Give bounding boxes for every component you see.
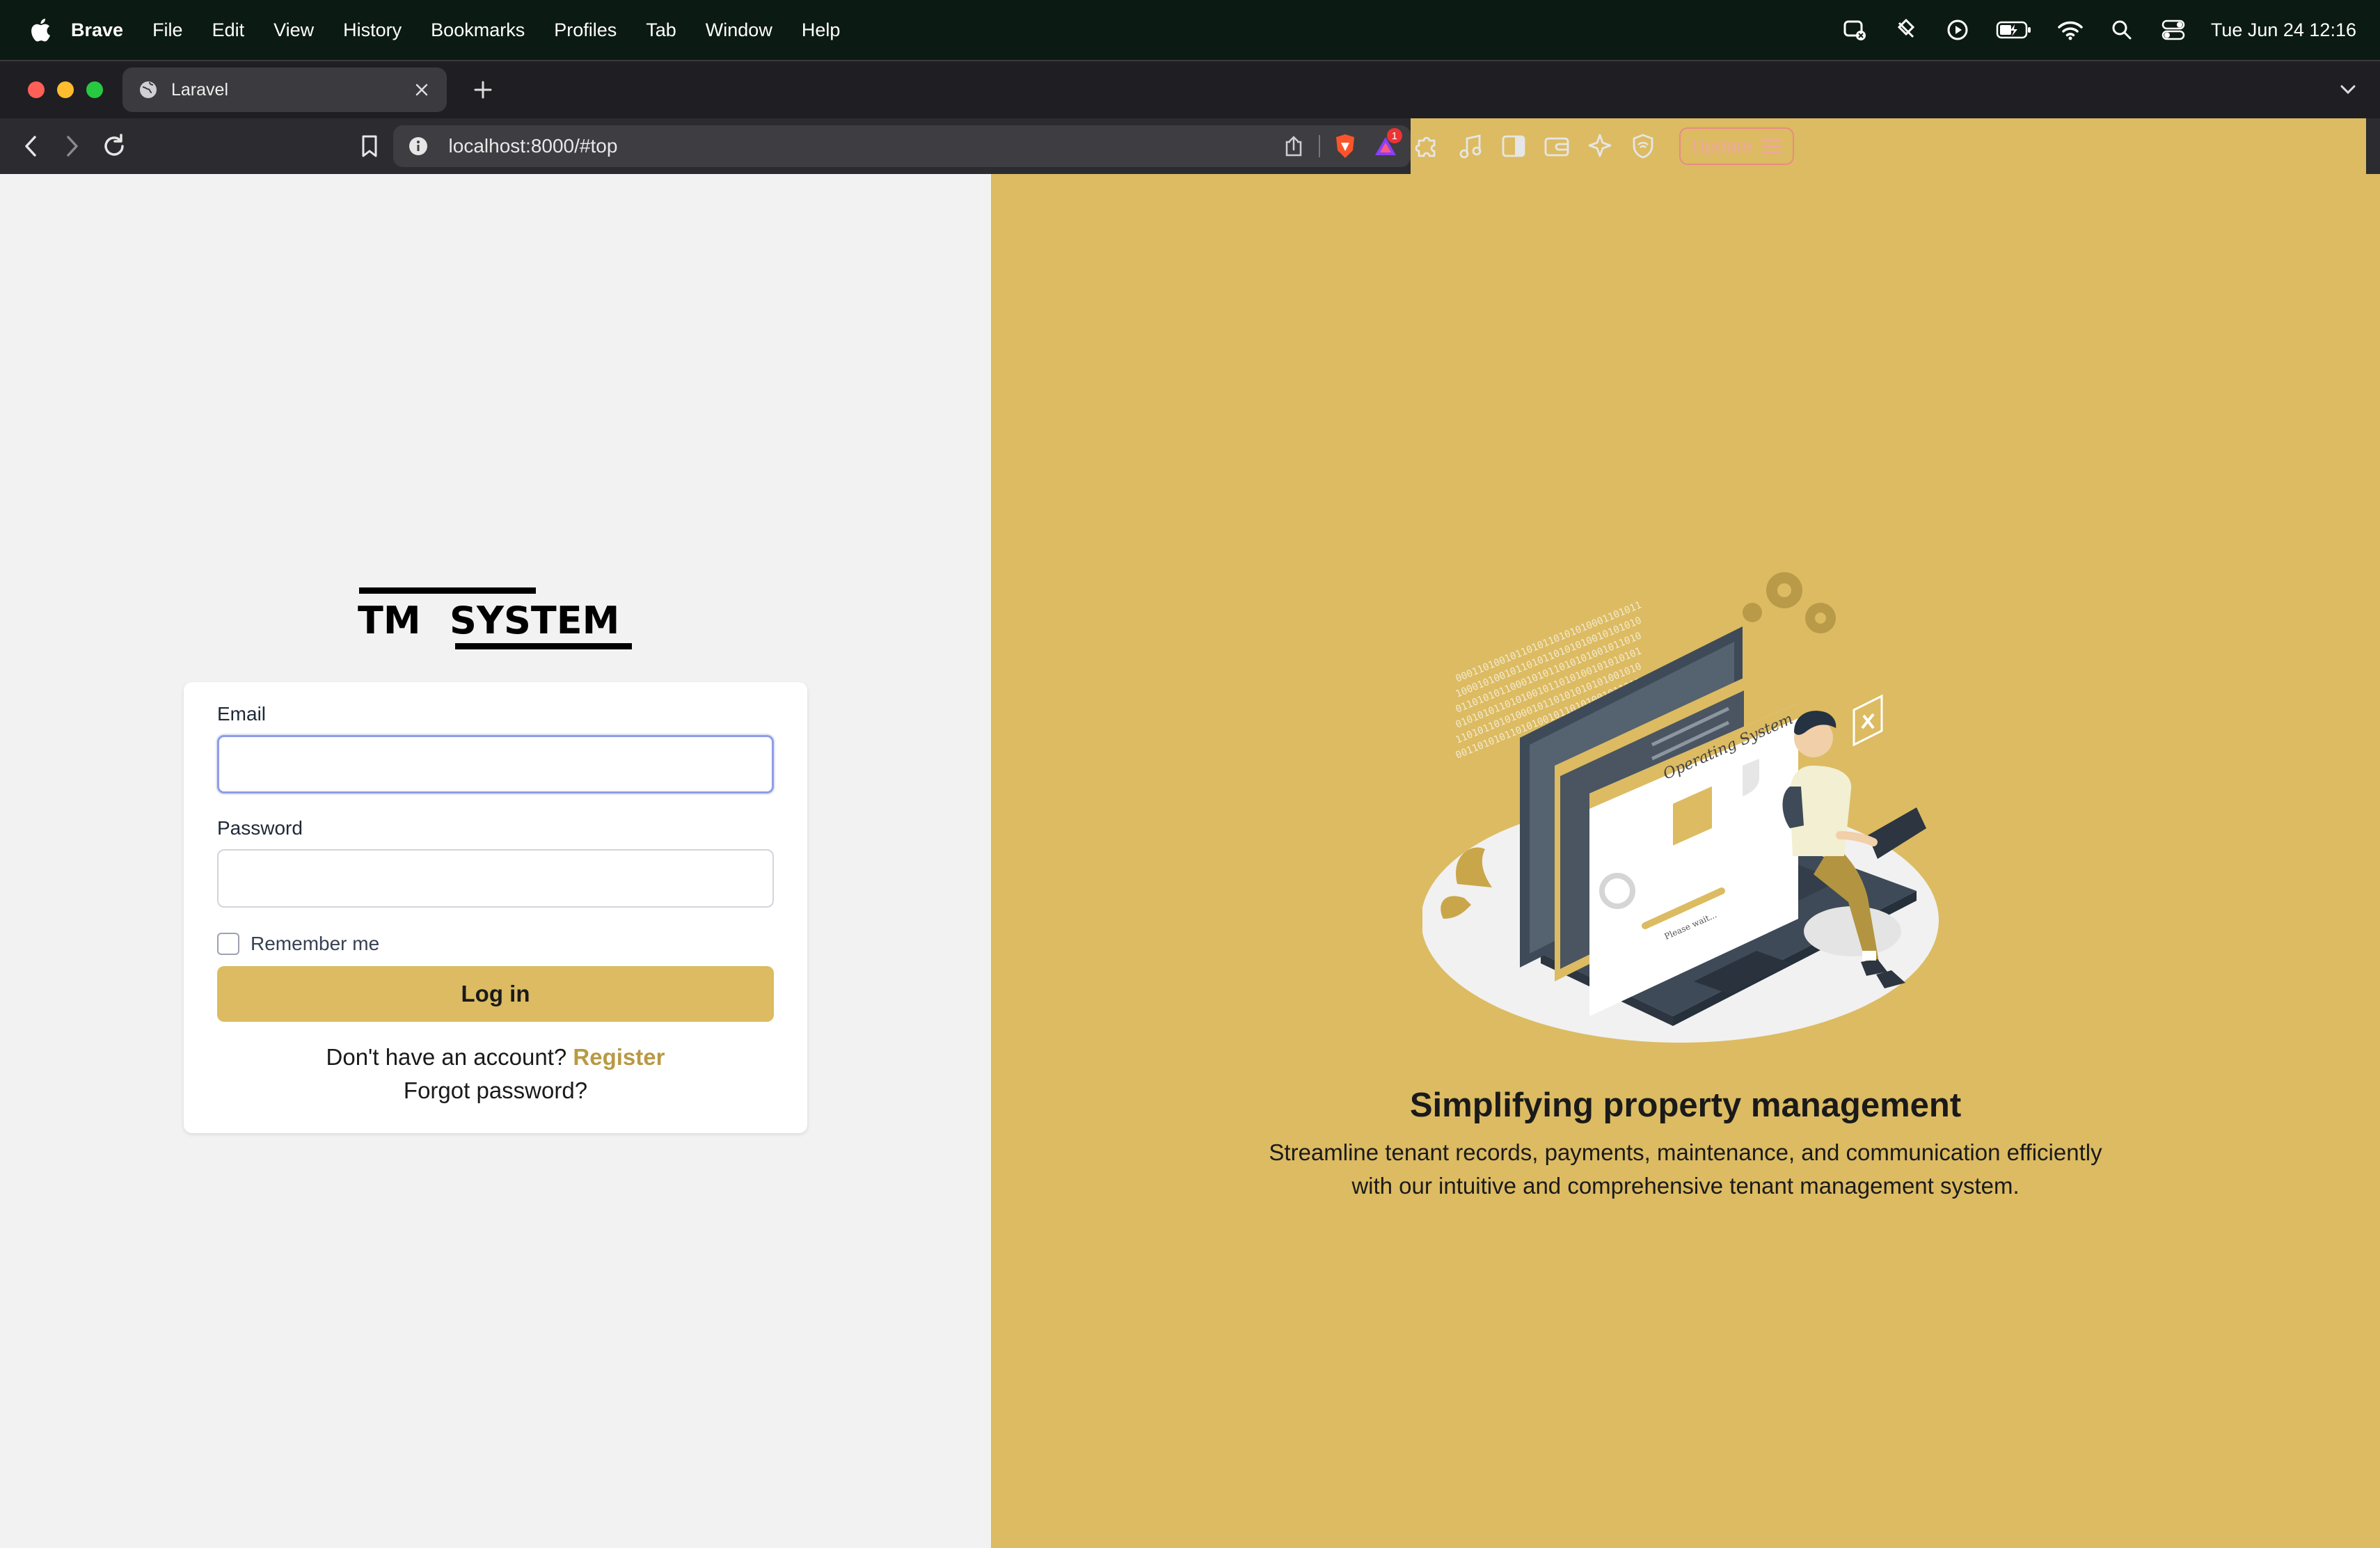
browser-toolbar: localhost:8000/#top 1 Update (0, 118, 2380, 174)
share-icon[interactable] (1278, 131, 1309, 161)
tab-close-icon[interactable] (412, 80, 431, 100)
email-label: Email (217, 703, 267, 725)
macos-menu-bar: Brave File Edit View History Bookmarks P… (0, 0, 2380, 60)
address-bar[interactable]: localhost:8000/#top 1 (392, 125, 1411, 167)
menu-bookmarks[interactable]: Bookmarks (431, 19, 525, 41)
browser-tab-strip: Laravel (0, 60, 2380, 118)
new-tab-plus-icon[interactable] (462, 69, 504, 111)
remember-me-checkbox[interactable] (217, 933, 239, 955)
battery-icon[interactable] (1995, 16, 2033, 44)
minimize-window-button[interactable] (57, 81, 74, 98)
tab-list-chevron-down-icon[interactable] (2333, 74, 2363, 105)
remember-me-label[interactable]: Remember me (251, 933, 379, 955)
sidebar-toggle-icon[interactable] (1497, 129, 1530, 163)
spotlight-search-icon[interactable] (2108, 16, 2136, 44)
tab-laravel[interactable]: Laravel (122, 68, 447, 112)
rewards-badge: 1 (1386, 128, 1402, 143)
hero-subtitle-line-2: with our intuitive and comprehensive ten… (1351, 1173, 2020, 1199)
site-info-icon[interactable] (407, 135, 429, 157)
forward-arrow-icon[interactable] (53, 127, 92, 166)
hero-subtitle-line-1: Streamline tenant records, payments, mai… (1269, 1139, 2102, 1165)
forgot-password-link[interactable]: Forgot password? (184, 1077, 807, 1104)
zoom-window-button[interactable] (86, 81, 103, 98)
menu-app-name[interactable]: Brave (71, 19, 123, 41)
web-page: TM SYSTEM Email Password Remember me Log… (0, 174, 2380, 1548)
update-label: Update (1691, 135, 1752, 157)
logo-text-tm: TM (358, 599, 421, 642)
control-center-icon[interactable] (2159, 16, 2187, 44)
log-in-button[interactable]: Log in (217, 966, 774, 1022)
bookmark-icon[interactable] (356, 127, 383, 166)
email-field[interactable] (217, 735, 774, 793)
hero-title: Simplifying property management (1409, 1087, 1962, 1124)
leo-ai-sparkle-icon[interactable] (1583, 129, 1617, 163)
vpn-shield-icon[interactable] (1626, 129, 1660, 163)
extensions-puzzle-icon[interactable] (1411, 129, 1444, 163)
no-account-text: Don't have an account? (326, 1044, 567, 1070)
media-music-icon[interactable] (1454, 129, 1487, 163)
navigation-buttons (11, 127, 134, 166)
apple-menu-icon[interactable] (28, 16, 53, 44)
menu-view[interactable]: View (273, 19, 314, 41)
reload-icon[interactable] (95, 127, 134, 166)
register-prompt: Don't have an account? Register (184, 1044, 807, 1071)
window-controls (28, 81, 103, 98)
hero-panel: 0001101001011010110101010001101011 10001… (991, 174, 2380, 1548)
screen-record-icon[interactable] (1841, 16, 1869, 44)
menu-edit[interactable]: Edit (212, 19, 245, 41)
toolbar-actions: Update (1410, 118, 2366, 174)
brave-shields-icon[interactable] (1330, 131, 1360, 161)
hamburger-menu-icon (1761, 139, 1782, 154)
register-link[interactable]: Register (573, 1044, 665, 1070)
brave-rewards-icon[interactable]: 1 (1370, 128, 1402, 161)
wifi-icon[interactable] (2056, 16, 2084, 44)
password-label: Password (217, 817, 303, 839)
logo-text-system: SYSTEM (450, 599, 619, 642)
tab-title: Laravel (171, 79, 228, 100)
hero-subtitle: Streamline tenant records, payments, mai… (991, 1136, 2380, 1203)
laptop-operating-system-illustration: 0001101001011010110101010001101011 10001… (1422, 572, 1939, 1043)
menu-bar-clock[interactable]: Tue Jun 24 12:16 (2211, 19, 2356, 41)
menu-bar-status-area: Tue Jun 24 12:16 (1841, 16, 2356, 44)
menu-window[interactable]: Window (706, 19, 772, 41)
wallet-icon[interactable] (1540, 129, 1573, 163)
menu-profiles[interactable]: Profiles (554, 19, 617, 41)
update-button[interactable]: Update (1679, 127, 1794, 165)
back-arrow-icon[interactable] (11, 127, 50, 166)
login-panel: TM SYSTEM Email Password Remember me Log… (0, 174, 991, 1548)
login-form-card: Email Password Remember me Log in Don't … (184, 682, 807, 1133)
tm-system-logo: TM SYSTEM (358, 587, 632, 649)
menu-tab[interactable]: Tab (646, 19, 676, 41)
gears-decoration (1743, 572, 1836, 633)
menu-history[interactable]: History (343, 19, 402, 41)
password-field[interactable] (217, 849, 774, 908)
menu-file[interactable]: File (152, 19, 183, 41)
globe-icon (138, 79, 159, 100)
remember-me-row: Remember me (217, 933, 379, 955)
address-bar-divider (1318, 135, 1320, 157)
close-window-button[interactable] (28, 81, 45, 98)
url-text[interactable]: localhost:8000/#top (449, 135, 1269, 157)
menu-help[interactable]: Help (802, 19, 841, 41)
brave-vpn-icon[interactable] (1892, 16, 1920, 44)
play-icon[interactable] (1944, 16, 1972, 44)
